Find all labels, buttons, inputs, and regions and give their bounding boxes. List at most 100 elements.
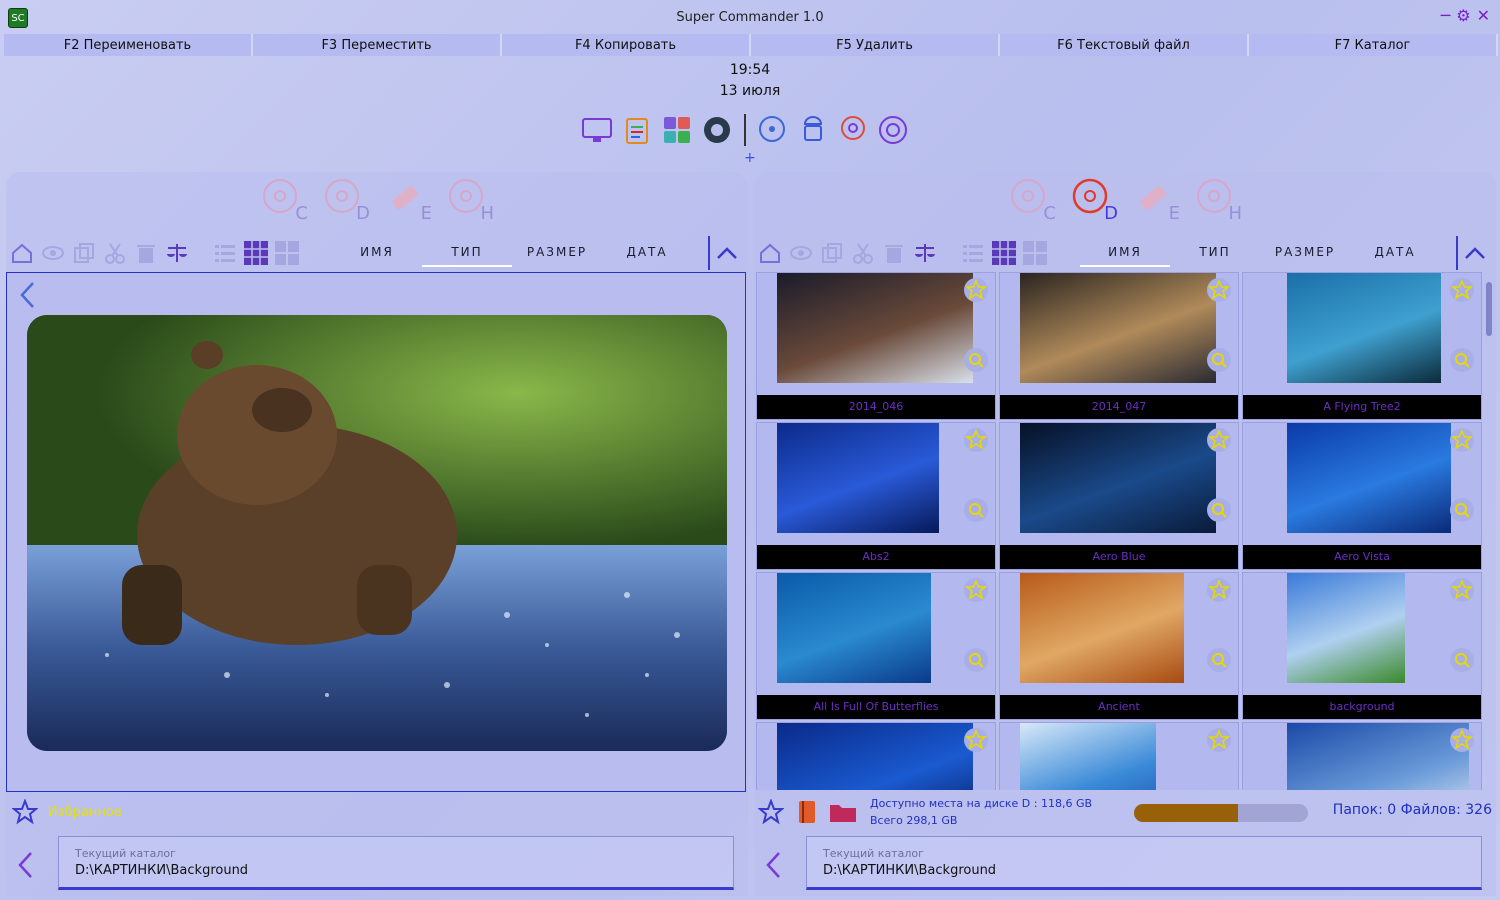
star-icon[interactable] [1449, 727, 1475, 757]
magnifier-icon[interactable] [1449, 647, 1475, 677]
sort-by-date-tab[interactable]: ДАТА [602, 239, 692, 267]
scrollbar-thumb[interactable] [1486, 282, 1492, 336]
code-gear-icon[interactable] [876, 113, 910, 147]
settings-gear-icon[interactable] [700, 113, 734, 147]
drive-c-button[interactable]: C [1010, 178, 1056, 224]
sort-by-name-tab[interactable]: ИМЯ [332, 239, 422, 267]
chevron-up-icon[interactable] [1456, 236, 1492, 270]
current-directory-field[interactable]: Текущий каталог D:\КАРТИНКИ\Background [806, 836, 1482, 890]
small-grid-view-icon[interactable] [241, 238, 271, 268]
magnifier-icon[interactable] [963, 497, 989, 527]
star-icon[interactable] [963, 727, 989, 757]
sort-by-size-tab[interactable]: РАЗМЕР [1260, 239, 1350, 267]
star-icon[interactable] [10, 797, 40, 827]
star-icon[interactable] [1206, 277, 1232, 307]
file-thumbnail [777, 423, 939, 533]
current-directory-field[interactable]: Текущий каталог D:\КАРТИНКИ\Background [58, 836, 734, 890]
android-icon[interactable] [796, 113, 830, 147]
compare-scales-icon[interactable] [162, 238, 192, 268]
drive-d-button[interactable]: D [324, 178, 370, 224]
star-icon[interactable] [756, 797, 786, 827]
star-icon[interactable] [963, 577, 989, 607]
settings-icon[interactable]: ⚙ [1456, 6, 1470, 25]
folder-icon[interactable] [828, 797, 858, 827]
file-tile[interactable] [999, 722, 1239, 790]
star-icon[interactable] [1449, 277, 1475, 307]
large-grid-view-icon[interactable] [272, 238, 302, 268]
magnifier-icon[interactable] [1206, 347, 1232, 377]
chevron-up-icon[interactable] [708, 236, 744, 270]
clipboard-icon[interactable] [620, 113, 654, 147]
magnifier-icon[interactable] [963, 647, 989, 677]
magnifier-icon[interactable] [1449, 497, 1475, 527]
file-tile[interactable] [1242, 722, 1482, 790]
list-view-icon[interactable] [210, 238, 240, 268]
trash-icon[interactable] [131, 238, 161, 268]
small-grid-view-icon[interactable] [989, 238, 1019, 268]
copy-button[interactable]: F4 Копировать [502, 34, 751, 56]
compare-scales-icon[interactable] [910, 238, 940, 268]
home-icon[interactable] [7, 238, 37, 268]
eye-icon[interactable] [38, 238, 68, 268]
magnifier-icon[interactable] [1206, 497, 1232, 527]
eye-icon[interactable] [786, 238, 816, 268]
star-icon[interactable] [963, 427, 989, 457]
list-view-icon[interactable] [958, 238, 988, 268]
head-gears-icon[interactable] [836, 113, 870, 147]
minimize-icon[interactable]: ─ [1441, 6, 1451, 25]
chevron-left-icon[interactable] [16, 850, 34, 884]
file-tile[interactable]: background [1242, 572, 1482, 720]
drive-e-button[interactable]: E [386, 178, 432, 224]
add-tool-icon[interactable]: + [744, 150, 756, 166]
copy-icon[interactable] [817, 238, 847, 268]
calculator-icon[interactable] [660, 113, 694, 147]
trash-icon[interactable] [879, 238, 909, 268]
file-tile[interactable]: Aero Vista [1242, 422, 1482, 570]
file-tile[interactable]: 2014_047 [999, 272, 1239, 420]
drive-h-button[interactable]: H [448, 178, 494, 224]
sort-by-date-tab[interactable]: ДАТА [1350, 239, 1440, 267]
sort-by-name-tab[interactable]: ИМЯ [1080, 239, 1170, 267]
star-icon[interactable] [1206, 727, 1232, 757]
star-icon[interactable] [963, 277, 989, 307]
move-button[interactable]: F3 Переместить [253, 34, 502, 56]
star-icon[interactable] [1449, 577, 1475, 607]
home-icon[interactable] [755, 238, 785, 268]
large-grid-view-icon[interactable] [1020, 238, 1050, 268]
file-tile[interactable]: All Is Full Of Butterflies [756, 572, 996, 720]
drive-h-button[interactable]: H [1196, 178, 1242, 224]
drive-c-button[interactable]: C [262, 178, 308, 224]
chevron-left-icon[interactable] [764, 850, 782, 884]
folder-button[interactable]: F7 Каталог [1249, 34, 1498, 56]
monitor-icon[interactable] [580, 113, 614, 147]
disc-music-icon[interactable] [756, 113, 790, 147]
drive-e-button[interactable]: E [1134, 178, 1180, 224]
file-tile[interactable]: Aero Blue [999, 422, 1239, 570]
file-tile[interactable]: Ancient [999, 572, 1239, 720]
star-icon[interactable] [1206, 577, 1232, 607]
rename-button[interactable]: F2 Переименовать [4, 34, 253, 56]
chevron-left-icon[interactable] [19, 281, 35, 313]
file-tile[interactable]: A Flying Tree2 [1242, 272, 1482, 420]
book-icon[interactable] [792, 797, 822, 827]
magnifier-icon[interactable] [963, 347, 989, 377]
delete-button[interactable]: F5 Удалить [751, 34, 1000, 56]
magnifier-icon[interactable] [1449, 347, 1475, 377]
star-icon[interactable] [1449, 427, 1475, 457]
file-grid-scrollbar[interactable] [1484, 272, 1494, 790]
magnifier-icon[interactable] [1206, 647, 1232, 677]
star-icon[interactable] [1206, 427, 1232, 457]
favorites-label[interactable]: Избранное [48, 805, 122, 820]
cut-icon[interactable] [848, 238, 878, 268]
cut-icon[interactable] [100, 238, 130, 268]
text-file-button[interactable]: F6 Текстовый файл [1000, 34, 1249, 56]
copy-icon[interactable] [69, 238, 99, 268]
file-tile[interactable] [756, 722, 996, 790]
file-tile[interactable]: 2014_046 [756, 272, 996, 420]
sort-by-type-tab[interactable]: ТИП [1170, 239, 1260, 267]
sort-by-size-tab[interactable]: РАЗМЕР [512, 239, 602, 267]
sort-by-type-tab[interactable]: ТИП [422, 239, 512, 267]
close-icon[interactable]: ✕ [1477, 6, 1490, 25]
drive-d-button[interactable]: D [1072, 178, 1118, 224]
file-tile[interactable]: Abs2 [756, 422, 996, 570]
